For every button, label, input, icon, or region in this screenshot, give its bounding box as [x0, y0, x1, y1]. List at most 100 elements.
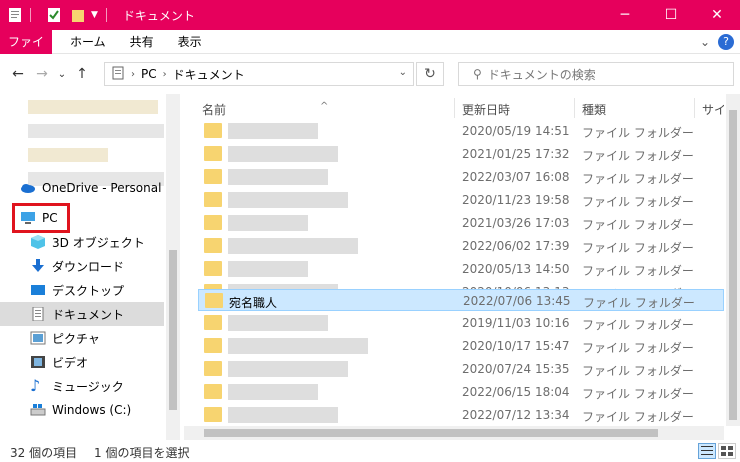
row-type: ファイル フォルダー — [582, 387, 694, 401]
sidebar-item-pictures[interactable]: ピクチャ — [0, 326, 164, 350]
horizontal-scrollbar-thumb[interactable] — [204, 429, 658, 437]
row-type: ファイル フォルダー — [582, 364, 694, 378]
table-row[interactable]: 2020/11/23 19:58 ファイル フォルダー — [198, 188, 724, 212]
breadcrumb-chevron-icon: › — [131, 68, 135, 80]
sidebar-item-onedrive[interactable]: OneDrive - Personal — [0, 176, 164, 200]
up-button[interactable]: ↑ — [70, 66, 94, 82]
blurred-name — [228, 384, 318, 400]
highlight-box — [12, 203, 70, 233]
blurred-name — [228, 315, 328, 331]
tab-view[interactable]: 表示 — [166, 30, 214, 54]
row-type: ファイル フォルダー — [582, 149, 694, 163]
document-icon — [30, 306, 46, 322]
table-row[interactable]: 2022/07/12 13:34 ファイル フォルダー — [198, 403, 724, 426]
blurred-item — [28, 148, 108, 162]
row-date: 2020/07/24 15:35 — [462, 362, 570, 376]
cloud-icon — [20, 181, 36, 195]
sidebar-item-label: ドキュメント — [52, 307, 125, 322]
maximize-button[interactable]: ☐ — [648, 0, 694, 30]
column-separator[interactable] — [454, 98, 455, 118]
music-icon: ♪ — [30, 376, 41, 395]
navigation-bar: ← → ⌄ ↑ › PC › ドキュメント ⌄ ↻ ⚲ ドキュメントの検索 — [0, 54, 740, 94]
blurred-name — [228, 192, 348, 208]
sidebar-item-documents[interactable]: ドキュメント — [0, 302, 164, 326]
minimize-button[interactable]: ─ — [602, 0, 648, 30]
search-input[interactable]: ⚲ ドキュメントの検索 — [458, 62, 734, 86]
tab-file[interactable]: ファイル — [0, 29, 52, 73]
blurred-name — [228, 338, 368, 354]
properties-icon[interactable] — [8, 7, 22, 23]
checklist-icon[interactable] — [47, 7, 61, 23]
sidebar-item-label: ビデオ — [52, 355, 89, 370]
recent-locations-dropdown[interactable]: ⌄ — [54, 69, 70, 80]
folder-icon — [204, 123, 222, 138]
table-row[interactable]: 2019/11/03 10:16 ファイル フォルダー — [198, 311, 724, 335]
sidebar-item-label: ミュージック — [52, 379, 124, 394]
help-icon[interactable]: ? — [718, 34, 734, 50]
folder-icon — [204, 261, 222, 276]
table-row[interactable]: 2022/03/07 16:08 ファイル フォルダー — [198, 165, 724, 189]
sidebar-item-downloads[interactable]: ダウンロード — [0, 254, 164, 278]
row-type: ファイル フォルダー — [582, 264, 694, 278]
row-date: 2022/06/15 18:04 — [462, 385, 570, 399]
search-placeholder: ドキュメントの検索 — [487, 67, 596, 82]
sidebar-item-label: 3D オブジェクト — [52, 235, 145, 250]
column-separator[interactable] — [694, 98, 695, 118]
row-type: ファイル フォルダー — [582, 195, 694, 209]
quick-access-dropdown-icon[interactable]: ▼ — [91, 10, 98, 20]
large-icons-view-icon[interactable] — [718, 443, 736, 459]
folder-icon — [204, 215, 222, 230]
sidebar-item-music[interactable]: ♪ ミュージック — [0, 374, 164, 398]
column-header-name[interactable]: 名前 — [202, 101, 226, 118]
sidebar-item-videos[interactable]: ビデオ — [0, 350, 164, 374]
refresh-button[interactable]: ↻ — [416, 62, 444, 86]
window-title: ドキュメント — [122, 8, 195, 23]
column-header-date[interactable]: 更新日時 — [462, 101, 510, 118]
table-row[interactable]: 2022/06/02 17:39 ファイル フォルダー — [198, 234, 724, 258]
row-date: 2021/01/25 17:32 — [462, 147, 570, 161]
sidebar-item-windows-drive[interactable]: Windows (C:) — [0, 398, 164, 422]
table-row[interactable]: 2020/05/13 14:50 ファイル フォルダー — [198, 257, 724, 281]
breadcrumb-chevron-icon: › — [162, 68, 167, 80]
picture-icon — [30, 331, 46, 345]
breadcrumb-documents[interactable]: ドキュメント — [173, 66, 245, 83]
table-row[interactable]: 2020/05/19 14:51 ファイル フォルダー — [198, 119, 724, 143]
table-row[interactable]: 2020/07/24 15:35 ファイル フォルダー — [198, 357, 724, 381]
back-button[interactable]: ← — [6, 66, 30, 82]
sidebar-item-desktop[interactable]: デスクトップ — [0, 278, 164, 302]
blurred-name — [228, 361, 348, 377]
table-row[interactable]: 2020/10/17 15:47 ファイル フォルダー — [198, 334, 724, 358]
forward-button[interactable]: → — [30, 66, 54, 82]
new-folder-icon[interactable] — [71, 7, 85, 23]
tab-home[interactable]: ホーム — [58, 30, 118, 54]
row-date: 2019/11/03 10:16 — [462, 316, 570, 330]
table-row-selected[interactable]: 宛名職人 2022/07/06 13:45 ファイル フォルダー — [198, 289, 724, 311]
row-date: 2020/10/17 15:47 — [462, 339, 570, 353]
table-row[interactable]: 2021/01/25 17:32 ファイル フォルダー — [198, 142, 724, 166]
selection-count: 1 個の項目を選択 — [94, 446, 190, 460]
table-row[interactable]: 2021/03/26 17:03 ファイル フォルダー — [198, 211, 724, 235]
sidebar-scrollbar-thumb[interactable] — [169, 250, 177, 410]
column-separator[interactable] — [574, 98, 575, 118]
column-header-type[interactable]: 種類 — [582, 101, 606, 118]
row-type: ファイル フォルダー — [582, 410, 694, 424]
desktop-icon — [30, 283, 46, 297]
table-row[interactable]: 2022/06/15 18:04 ファイル フォルダー — [198, 380, 724, 404]
ribbon-expand-icon[interactable]: ⌄ — [700, 35, 710, 49]
details-view-icon[interactable] — [698, 443, 716, 459]
ribbon-tabs: ファイル ホーム 共有 表示 ⌄ ? — [0, 29, 740, 73]
search-icon: ⚲ — [473, 67, 482, 81]
vertical-scrollbar-thumb[interactable] — [729, 110, 737, 420]
title-separator — [105, 8, 107, 22]
folder-icon — [204, 192, 222, 207]
sidebar-item-3d-objects[interactable]: 3D オブジェクト — [0, 230, 164, 254]
row-date: 2022/03/07 16:08 — [462, 170, 570, 184]
close-button[interactable]: ✕ — [694, 0, 740, 30]
folder-icon — [204, 361, 222, 376]
column-header-size[interactable]: サイズ — [702, 101, 724, 118]
address-dropdown-icon[interactable]: ⌄ — [399, 67, 407, 78]
tab-share[interactable]: 共有 — [118, 30, 166, 54]
address-bar[interactable]: › PC › ドキュメント ⌄ — [104, 62, 414, 86]
breadcrumb-pc[interactable]: PC — [141, 67, 157, 81]
row-date: 2022/06/02 17:39 — [462, 239, 570, 253]
